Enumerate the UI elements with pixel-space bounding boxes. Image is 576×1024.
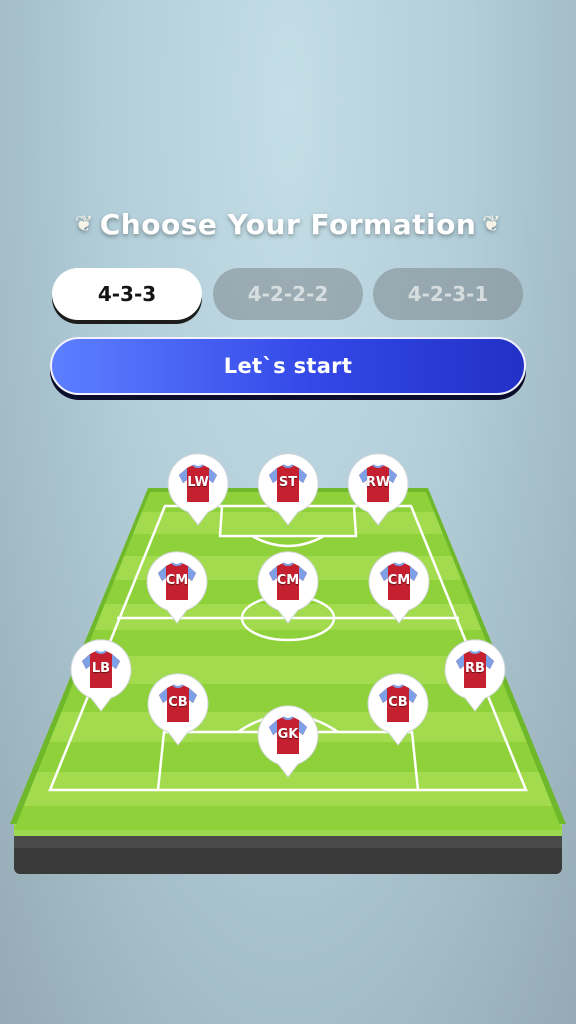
player-pin-gk[interactable]: GK (255, 704, 321, 780)
start-button[interactable]: Let`s start (50, 337, 526, 395)
position-label-rw: RW (365, 475, 391, 490)
position-label-cb: CB (168, 695, 188, 710)
position-label-cb: CB (388, 695, 408, 710)
player-pin-cb-left[interactable]: CB (145, 672, 211, 748)
position-label-cm: CM (387, 573, 411, 588)
jersey-icon (257, 551, 319, 624)
position-label-lw: LW (187, 475, 209, 490)
jersey-icon (257, 453, 319, 526)
position-label-rb: RB (465, 661, 485, 676)
position-label-cm: CM (276, 573, 300, 588)
jersey-icon (146, 551, 208, 624)
jersey-icon (444, 639, 506, 712)
jersey-icon (368, 551, 430, 624)
jersey-icon (147, 673, 209, 746)
position-label-cm: CM (165, 573, 189, 588)
player-pin-st[interactable]: ST (255, 452, 321, 528)
player-pin-cm-center[interactable]: CM (255, 550, 321, 626)
player-pin-cb-right[interactable]: CB (365, 672, 431, 748)
player-pin-cm-right[interactable]: CM (366, 550, 432, 626)
position-label-st: ST (278, 475, 298, 490)
formation-tabs: 4-3-3 4-2-2-2 4-2-3-1 (52, 268, 524, 322)
tab-4-3-3[interactable]: 4-3-3 (52, 268, 202, 320)
tab-4-2-3-1[interactable]: 4-2-3-1 (373, 268, 523, 320)
player-pin-cm-left[interactable]: CM (144, 550, 210, 626)
jersey-icon (257, 705, 319, 778)
player-pin-lw[interactable]: LW (165, 452, 231, 528)
laurel-left-icon: ❦ (74, 212, 94, 237)
jersey-icon (70, 639, 132, 712)
position-label-gk: GK (277, 727, 299, 742)
jersey-icon (167, 453, 229, 526)
tab-4-2-2-2[interactable]: 4-2-2-2 (213, 268, 363, 320)
jersey-icon (347, 453, 409, 526)
position-label-lb: LB (91, 661, 111, 676)
laurel-right-icon: ❦ (482, 212, 502, 237)
page-title: Choose Your Formation (99, 208, 477, 241)
jersey-icon (367, 673, 429, 746)
player-pin-rb[interactable]: RB (442, 638, 508, 714)
player-pin-rw[interactable]: RW (345, 452, 411, 528)
player-pin-lb[interactable]: LB (68, 638, 134, 714)
page-title-row: ❦ Choose Your Formation ❦ (0, 208, 576, 248)
